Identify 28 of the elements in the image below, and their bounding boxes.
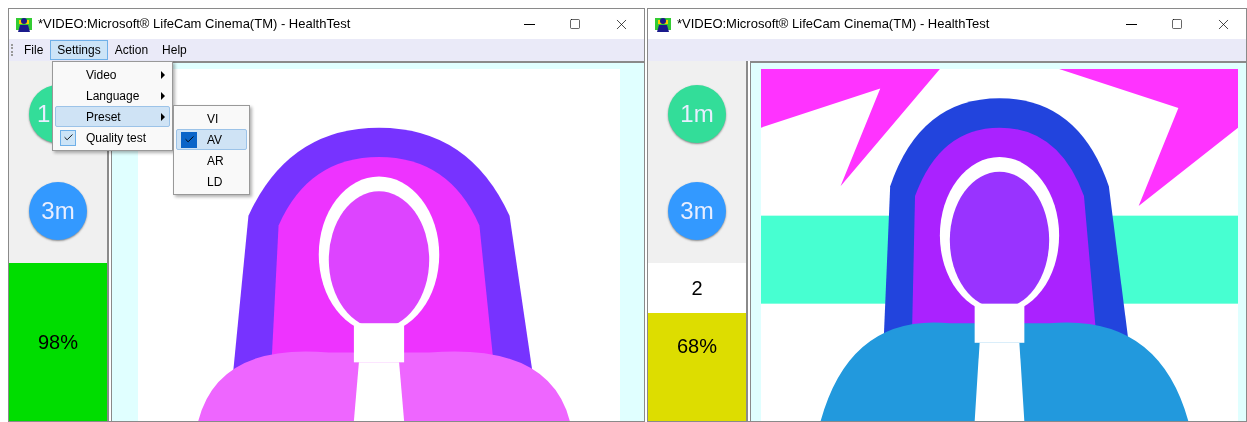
maximize-icon: [569, 18, 581, 30]
maximize-icon: [1171, 18, 1183, 30]
submenu-item[interactable]: LD: [176, 171, 247, 192]
submenu-item[interactable]: AR: [176, 150, 247, 171]
submenu-arrow-icon: [161, 91, 165, 100]
dropdown-item[interactable]: Preset: [55, 106, 170, 127]
app-icon: [16, 16, 32, 32]
menu-item[interactable]: Help: [155, 40, 194, 60]
dropdown-item[interactable]: Video: [55, 64, 170, 85]
check-icon: [181, 131, 197, 148]
score-value: 98%: [38, 330, 78, 355]
minimize-icon: [523, 23, 535, 25]
menu-item[interactable]: Action: [107, 40, 156, 60]
dropdown-item[interactable]: Language: [55, 85, 170, 106]
score-value: 68%: [677, 334, 717, 359]
window-title: *VIDEO:Microsoft® LifeCam Cinema(TM) - HealthTest: [38, 15, 351, 34]
minimize-icon: [1125, 23, 1137, 25]
count-value: 2: [691, 276, 703, 301]
submenu-arrow-icon: [161, 112, 165, 121]
window-title: *VIDEO:Microsoft® LifeCam Cinema(TM) - HealthTest: [677, 15, 990, 34]
menu-item[interactable]: File: [17, 40, 51, 60]
submenu-arrow-icon: [161, 70, 165, 79]
app-icon: [655, 16, 671, 32]
submenu-item[interactable]: VI: [176, 108, 247, 129]
dropdown-item[interactable]: Quality test: [55, 127, 170, 148]
check-icon: [60, 129, 76, 146]
submenu-item[interactable]: AV: [176, 129, 247, 150]
menu-item[interactable]: Settings: [50, 40, 108, 60]
